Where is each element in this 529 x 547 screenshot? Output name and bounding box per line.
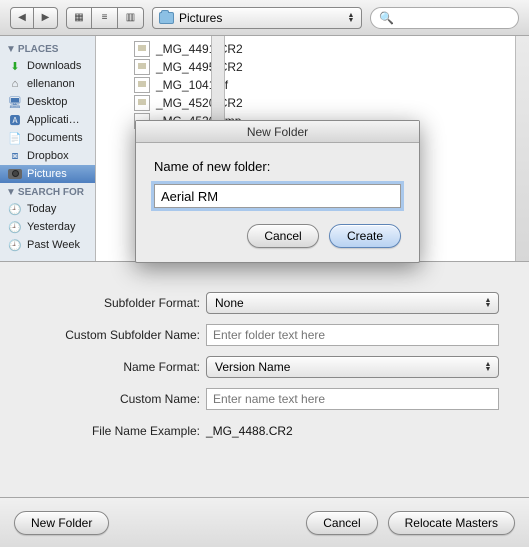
cancel-button[interactable]: Cancel: [306, 511, 377, 535]
sheet-create-button[interactable]: Create: [329, 224, 401, 248]
sidebar-search-today[interactable]: 🕘 Today: [0, 200, 95, 218]
image-file-icon: [134, 95, 150, 111]
view-list-icon[interactable]: ≡: [92, 7, 118, 29]
documents-icon: 📄: [8, 131, 22, 145]
location-popup[interactable]: Pictures ▲▼: [152, 7, 362, 29]
file-row[interactable]: _MG_4491.CR2: [126, 40, 529, 58]
file-row[interactable]: _MG_1041.tif: [126, 76, 529, 94]
custom-subfolder-input[interactable]: [206, 324, 499, 346]
subfolder-format-popup[interactable]: None ▲▼: [206, 292, 499, 314]
option-row-custom-subfolder: Custom Subfolder Name:: [30, 324, 499, 346]
sidebar: ▼PLACES ⬇ Downloads ⌂ ellenanon 🖥 Desktop 🅰…: [0, 36, 96, 261]
sidebar-item-desktop[interactable]: 🖥 Desktop: [0, 93, 95, 111]
relocate-masters-button[interactable]: Relocate Masters: [388, 511, 515, 535]
applications-icon: 🅰: [8, 113, 22, 127]
name-format-popup[interactable]: Version Name ▲▼: [206, 356, 499, 378]
popup-value: None: [215, 296, 244, 310]
chevron-up-down-icon: ▲▼: [345, 13, 357, 23]
sidebar-item-label: Past Week: [27, 239, 80, 251]
file-row[interactable]: _MG_4495.CR2: [126, 58, 529, 76]
view-columns-icon[interactable]: ▥: [118, 7, 144, 29]
location-label: Pictures: [179, 11, 222, 25]
scrollbar[interactable]: [515, 36, 529, 261]
sheet-cancel-button[interactable]: Cancel: [247, 224, 319, 248]
chevron-up-down-icon: ▲▼: [482, 298, 494, 308]
option-label: Name Format:: [30, 360, 200, 374]
image-file-icon: [134, 41, 150, 57]
option-row-subfolder-format: Subfolder Format: None ▲▼: [30, 292, 499, 314]
dropbox-icon: ⧈: [8, 149, 22, 163]
footer-bar: New Folder Cancel Relocate Masters: [0, 497, 529, 547]
option-row-custom-name: Custom Name:: [30, 388, 499, 410]
option-label: Custom Subfolder Name:: [30, 328, 200, 342]
filename-example: File Name Example: _MG_4488.CR2: [30, 420, 499, 438]
toolbar: ◀ ▶ ▦ ≡ ▥ Pictures ▲▼ 🔍: [0, 0, 529, 36]
new-folder-button[interactable]: New Folder: [14, 511, 109, 535]
sidebar-item-home[interactable]: ⌂ ellenanon: [0, 75, 95, 93]
back-button[interactable]: ◀: [10, 7, 34, 29]
nav-back-forward: ◀ ▶: [10, 7, 58, 29]
sheet-title: New Folder: [136, 121, 419, 143]
image-file-icon: [134, 59, 150, 75]
sidebar-item-label: Downloads: [27, 60, 81, 72]
sidebar-item-label: Applicati…: [27, 114, 80, 126]
new-folder-sheet: New Folder Name of new folder: Cancel Cr…: [135, 120, 420, 263]
clock-icon: 🕘: [8, 220, 22, 234]
example-label: File Name Example:: [30, 424, 200, 438]
sidebar-item-label: Desktop: [27, 96, 67, 108]
search-icon: 🔍: [379, 11, 394, 25]
sheet-prompt: Name of new folder:: [154, 159, 401, 174]
forward-button[interactable]: ▶: [34, 7, 58, 29]
folder-name-input[interactable]: [154, 184, 401, 208]
chevron-up-down-icon: ▲▼: [482, 362, 494, 372]
options-panel: Subfolder Format: None ▲▼ Custom Subfold…: [0, 261, 529, 469]
sidebar-search-yesterday[interactable]: 🕘 Yesterday: [0, 218, 95, 236]
camera-icon: [8, 167, 22, 181]
view-icon-grid[interactable]: ▦: [66, 7, 92, 29]
sidebar-item-applications[interactable]: 🅰 Applicati…: [0, 111, 95, 129]
sidebar-item-pictures[interactable]: Pictures: [0, 165, 95, 183]
file-name: _MG_4491.CR2: [156, 42, 243, 56]
desktop-icon: 🖥: [8, 95, 22, 109]
custom-name-input[interactable]: [206, 388, 499, 410]
example-value: _MG_4488.CR2: [206, 424, 293, 438]
sidebar-item-documents[interactable]: 📄 Documents: [0, 129, 95, 147]
clock-icon: 🕘: [8, 238, 22, 252]
view-switch: ▦ ≡ ▥: [66, 7, 144, 29]
option-row-name-format: Name Format: Version Name ▲▼: [30, 356, 499, 378]
folder-icon: [159, 12, 174, 24]
sidebar-item-label: Pictures: [27, 168, 67, 180]
image-file-icon: [134, 77, 150, 93]
popup-value: Version Name: [215, 360, 290, 374]
option-label: Subfolder Format:: [30, 296, 200, 310]
sidebar-item-label: Yesterday: [27, 221, 76, 233]
sidebar-item-label: Today: [27, 203, 56, 215]
sidebar-item-label: Documents: [27, 132, 83, 144]
sidebar-header-places: ▼PLACES: [0, 40, 95, 57]
sidebar-item-dropbox[interactable]: ⧈ Dropbox: [0, 147, 95, 165]
sidebar-item-label: ellenanon: [27, 78, 75, 90]
file-name: _MG_4520.CR2: [156, 96, 243, 110]
download-icon: ⬇: [8, 59, 22, 73]
sidebar-search-pastweek[interactable]: 🕘 Past Week: [0, 236, 95, 254]
file-name: _MG_4495.CR2: [156, 60, 243, 74]
home-icon: ⌂: [8, 77, 22, 91]
option-label: Custom Name:: [30, 392, 200, 406]
sidebar-item-label: Dropbox: [27, 150, 69, 162]
clock-icon: 🕘: [8, 202, 22, 216]
sidebar-header-search: ▼SEARCH FOR: [0, 183, 95, 200]
search-input[interactable]: 🔍: [370, 7, 519, 29]
sidebar-item-downloads[interactable]: ⬇ Downloads: [0, 57, 95, 75]
file-row[interactable]: _MG_4520.CR2: [126, 94, 529, 112]
